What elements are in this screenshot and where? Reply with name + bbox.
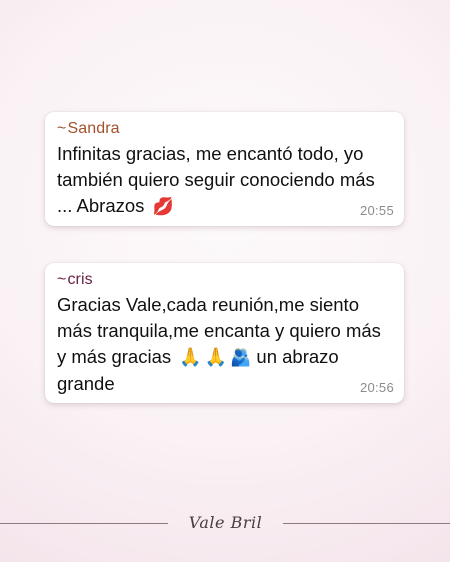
divider-left bbox=[0, 523, 168, 524]
message-text: Gracias Vale,cada reunión,me siento más … bbox=[57, 292, 394, 397]
sender-label: cris bbox=[67, 271, 93, 288]
sender-tilde: ~ bbox=[57, 271, 67, 288]
sender-name[interactable]: ~cris bbox=[57, 270, 394, 290]
sender-label: Sandra bbox=[67, 120, 120, 137]
sender-name[interactable]: ~Sandra bbox=[57, 119, 394, 139]
message-body: Infinitas gracias, me encantó todo, yo t… bbox=[57, 143, 375, 216]
signature-text: Vale Bril bbox=[188, 513, 263, 532]
message-text: Infinitas gracias, me encantó todo, yo t… bbox=[57, 141, 394, 220]
sender-tilde: ~ bbox=[57, 120, 67, 137]
folded-hands-icon: 🙏 bbox=[204, 347, 228, 368]
message-bubble-cris[interactable]: ~cris Gracias Vale,cada reunión,me sient… bbox=[45, 263, 404, 403]
message-bubble-sandra[interactable]: ~Sandra Infinitas gracias, me encantó to… bbox=[45, 112, 404, 226]
message-timestamp: 20:56 bbox=[359, 380, 394, 395]
divider-right bbox=[283, 523, 450, 524]
folded-hands-icon: 🙏 bbox=[179, 347, 202, 368]
kiss-mark-icon: 💋 bbox=[152, 197, 174, 217]
people-hugging-icon: 🫂 bbox=[230, 348, 252, 368]
signature-footer: Vale Bril bbox=[0, 512, 450, 536]
message-timestamp: 20:55 bbox=[359, 203, 394, 218]
